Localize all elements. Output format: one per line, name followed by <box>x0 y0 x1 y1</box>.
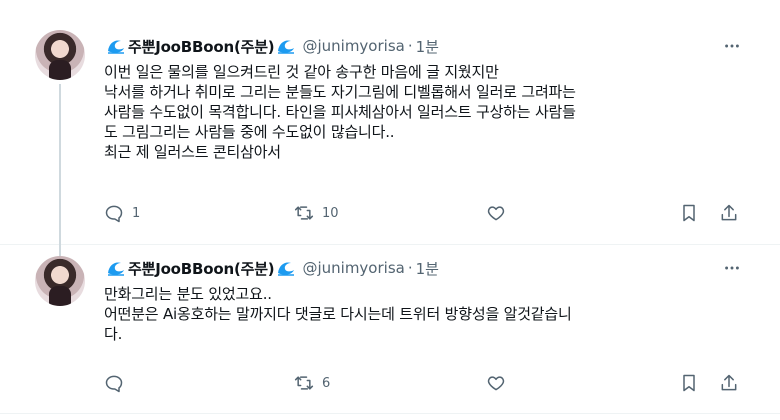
tweet-text: 만화그리는 분도 있었고요.. 어떤분은 Ai옹호하는 말까지다 댓글로 다시는… <box>104 285 572 343</box>
share-icon <box>721 374 737 391</box>
like-button[interactable] <box>486 203 506 223</box>
avatar[interactable] <box>35 30 85 80</box>
tweet-actions: 6 <box>104 372 744 394</box>
avatar[interactable] <box>35 256 85 306</box>
user-handle[interactable]: @junimyorisa <box>302 259 404 277</box>
bookmark-button[interactable] <box>679 203 699 223</box>
thread-connector-line <box>59 84 61 260</box>
retweet-count: 6 <box>322 375 331 391</box>
display-name[interactable]: 주뿐JooBBoon(주분) <box>128 258 275 279</box>
like-icon <box>487 376 505 391</box>
timestamp[interactable]: 1분 <box>416 258 439 279</box>
share-icon <box>721 204 737 221</box>
tweet-text: 이번 일은 물의를 일으켜드린 것 같아 송구한 마음에 글 지웠지만 낙서를 … <box>104 63 576 161</box>
separator-dot: · <box>407 259 413 277</box>
reply-button[interactable]: 1 <box>104 203 140 223</box>
retweet-count: 10 <box>322 205 339 221</box>
timestamp[interactable]: 1분 <box>416 36 439 57</box>
tweet[interactable]: 주뿐JooBBoon(주분) @junimyorisa · 1분 만화그리는 분… <box>0 244 780 420</box>
reply-icon <box>105 205 123 223</box>
retweet-button[interactable]: 10 <box>294 203 339 223</box>
share-button[interactable] <box>719 203 739 223</box>
wave-emoji-icon <box>108 40 124 54</box>
separator-dot: · <box>407 37 413 55</box>
bookmark-icon <box>683 374 695 392</box>
tweet-header: 주뿐JooBBoon(주분) @junimyorisa · 1분 <box>104 34 439 58</box>
wave-emoji-icon <box>278 40 295 54</box>
share-button[interactable] <box>719 373 739 393</box>
reply-button[interactable] <box>104 373 124 393</box>
tweet-actions: 1 10 <box>104 202 744 224</box>
like-icon <box>487 206 505 221</box>
tweet[interactable]: 주뿐JooBBoon(주분) @junimyorisa · 1분 이번 일은 물… <box>0 0 780 260</box>
reply-count: 1 <box>132 205 141 221</box>
user-handle[interactable]: @junimyorisa <box>302 37 404 55</box>
display-name[interactable]: 주뿐JooBBoon(주분) <box>128 36 275 57</box>
more-options-icon[interactable] <box>722 36 742 56</box>
retweet-icon <box>294 206 314 220</box>
retweet-icon <box>294 376 314 390</box>
like-button[interactable] <box>486 373 506 393</box>
bookmark-button[interactable] <box>679 373 699 393</box>
wave-emoji-icon <box>278 262 295 276</box>
more-options-icon[interactable] <box>722 258 742 278</box>
reply-icon <box>105 375 123 393</box>
divider <box>0 413 780 414</box>
tweet-header: 주뿐JooBBoon(주분) @junimyorisa · 1분 <box>104 256 439 280</box>
wave-emoji-icon <box>108 262 124 276</box>
retweet-button[interactable]: 6 <box>294 373 330 393</box>
bookmark-icon <box>683 204 695 222</box>
